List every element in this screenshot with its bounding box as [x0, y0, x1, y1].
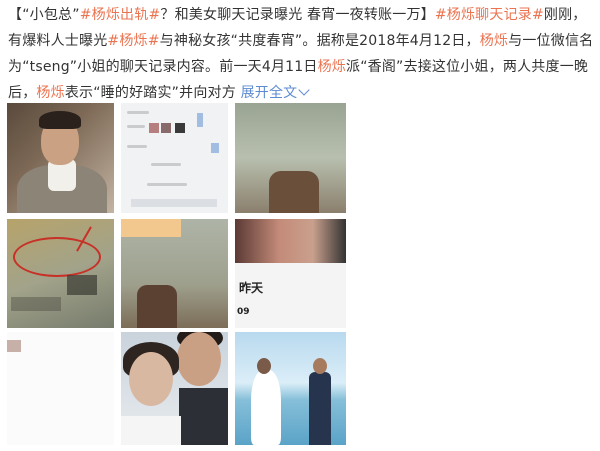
chat-line: [151, 163, 181, 166]
image-shape: [129, 352, 173, 406]
pixelation: [11, 297, 61, 311]
image-shape: [257, 358, 271, 374]
annotation-circle: [13, 237, 101, 277]
chat-avatar: [175, 123, 185, 133]
chevron-down-icon: [298, 84, 311, 96]
pixelation: [7, 360, 21, 400]
post-text: 【“小包总”#杨烁出轨#？和美女聊天记录曝光 春宵一夜转账一万】#杨烁聊天记录#…: [8, 2, 598, 106]
pixelation: [235, 103, 247, 143]
name-link[interactable]: 杨烁: [480, 33, 508, 49]
chat-avatar: [7, 340, 21, 352]
image-shape: [309, 372, 331, 445]
chat-line: [127, 125, 145, 128]
image-thumbnail-3[interactable]: [235, 103, 346, 213]
pixelation: [211, 143, 219, 153]
pixelation: [7, 400, 97, 410]
expand-label: 展开全文: [240, 85, 298, 101]
image-shape: [137, 285, 177, 328]
chat-avatar: [161, 123, 171, 133]
image-shape: [269, 171, 319, 213]
image-shape: [179, 388, 228, 445]
hashtag-link[interactable]: #杨烁出轨#: [80, 7, 161, 23]
pixelation: [197, 113, 203, 127]
text-segment: 【“小包总”: [8, 7, 80, 23]
image-shape: [313, 358, 327, 374]
pixelation: [121, 237, 133, 277]
chat-line: [127, 111, 149, 114]
date-label: 昨天: [239, 281, 264, 295]
image-thumbnail-4[interactable]: [7, 219, 114, 328]
date-number: 09: [237, 307, 250, 317]
chat-line: [127, 145, 147, 148]
text-segment: ？和美女聊天记录曝光 春宵一夜转账一万】: [160, 7, 435, 23]
text-segment: 表示“睡的好踏实”并向对方: [64, 85, 236, 101]
expand-full-text-link[interactable]: 展开全文: [240, 84, 311, 101]
image-thumbnail-1[interactable]: [7, 103, 114, 213]
text-segment: 与神秘女孩“共度春宵”。据称是2018年4月12日，: [159, 33, 480, 49]
chat-line: [147, 183, 187, 186]
name-link[interactable]: 杨烁: [36, 85, 64, 101]
pixelation: [7, 332, 27, 340]
hashtag-link[interactable]: #杨烁#: [107, 33, 159, 49]
image-thumbnail-8[interactable]: [121, 332, 228, 445]
pixelation: [67, 275, 97, 295]
image-thumbnail-5[interactable]: [121, 219, 228, 328]
image-thumbnail-2[interactable]: [121, 103, 228, 213]
image-shape: [177, 332, 221, 386]
image-thumbnail-9[interactable]: [235, 332, 346, 445]
image-thumbnail-6[interactable]: 昨天 09: [235, 219, 346, 328]
name-link[interactable]: 杨烁: [318, 59, 346, 75]
image-thumbnail-7[interactable]: [7, 332, 114, 445]
chat-bubble: [121, 219, 181, 237]
hashtag-link[interactable]: #杨烁聊天记录#: [435, 7, 544, 23]
pixelation: [7, 352, 15, 360]
pixelation: [131, 199, 217, 207]
pixelation: [235, 143, 245, 193]
image-shape: [121, 416, 181, 445]
chat-avatar: [149, 123, 159, 133]
image-shape: [251, 370, 281, 445]
image-shape: [235, 219, 346, 263]
image-shape: [39, 111, 81, 129]
